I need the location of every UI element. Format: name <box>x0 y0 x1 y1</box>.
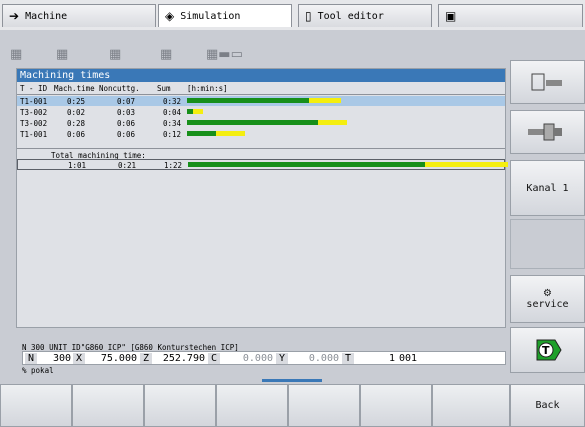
value-c: 0.000 <box>242 353 273 364</box>
tab-bar: ➔ Machine ◈ Simulation ▯ Tool editor ▣ <box>0 0 585 30</box>
row-sum: 0:32 <box>162 97 181 106</box>
value-t: 1 <box>388 353 395 364</box>
wrench-icon: ⚙ <box>543 288 552 299</box>
row-mach-time: 0:02 <box>66 108 85 117</box>
table-row[interactable]: T1-001 0:25 0:07 0:32 <box>17 96 505 106</box>
softkey-bottom-4[interactable] <box>216 384 288 427</box>
grid-view-icon[interactable]: ▦ <box>56 47 68 62</box>
value-t-id: 001 <box>399 353 418 364</box>
row-tool-id: T3-002 <box>20 108 48 117</box>
tab-tool-editor-label: Tool editor <box>317 10 384 22</box>
total-mach: 1:01 <box>67 161 86 170</box>
view-toolbar: ▦ ▦ ▦ ▦ ▦▬▭ <box>10 47 500 63</box>
back-button[interactable]: Back <box>510 384 585 427</box>
row-bar-cutting <box>187 98 309 103</box>
header-sum: Sum <box>157 84 171 93</box>
row-bar-noncutting <box>193 109 203 114</box>
value-z: 252.790 <box>162 353 205 364</box>
position-display: N 300 X 75.000 Z 252.790 C 0.000 Y 0.000… <box>22 351 506 365</box>
row-noncut-time: 0:07 <box>116 97 135 106</box>
softkey-bottom-2[interactable] <box>72 384 144 427</box>
table-row[interactable]: T3-002 0:02 0:03 0:04 <box>17 107 505 117</box>
header-tid: T - ID <box>20 84 48 93</box>
softkey-kanal[interactable]: Kanal 1 <box>510 160 585 216</box>
row-mach-time: 0:25 <box>66 97 85 106</box>
label-t: T <box>342 353 354 364</box>
kanal-label: Kanal 1 <box>526 182 569 194</box>
row-tool-id: T1-001 <box>20 97 48 106</box>
softkey-tool-view[interactable] <box>510 110 585 154</box>
program-comment: % pokal <box>22 366 54 375</box>
total-row[interactable]: 1:01 0:21 1:22 <box>17 159 508 170</box>
row-sum: 0:04 <box>162 108 181 117</box>
tab-save[interactable]: ▣ <box>438 4 583 27</box>
label-x: X <box>73 353 85 364</box>
label-z: Z <box>140 353 152 364</box>
row-bar-cutting <box>187 131 216 136</box>
row-sum: 0:12 <box>162 130 181 139</box>
lathe-view-icon <box>531 73 562 91</box>
row-mach-time: 0:28 <box>66 119 85 128</box>
label-y: Y <box>276 353 288 364</box>
softkey-tool-table[interactable]: T <box>510 327 585 373</box>
arrow-right-icon: ➔ <box>9 9 20 23</box>
total-bar-cutting <box>188 162 425 167</box>
softkey-bottom-7[interactable] <box>432 384 510 427</box>
row-noncut-time: 0:03 <box>116 108 135 117</box>
tab-tool-editor[interactable]: ▯ Tool editor <box>298 4 432 27</box>
row-noncut-time: 0:06 <box>116 130 135 139</box>
softkey-service[interactable]: ⚙ service <box>510 275 585 323</box>
tab-machine-label: Machine <box>25 10 68 22</box>
grid-view-icon[interactable]: ▦ <box>160 47 172 62</box>
tab-simulation[interactable]: ◈ Simulation <box>158 4 292 27</box>
total-sum: 1:22 <box>163 161 182 170</box>
total-bar-noncutting <box>424 162 508 167</box>
tool-table-icon: T <box>536 339 562 361</box>
panel-title: Machining times <box>17 69 505 82</box>
softkey-empty[interactable] <box>510 219 585 269</box>
tab-simulation-label: Simulation <box>180 10 241 22</box>
row-noncut-time: 0:06 <box>116 119 135 128</box>
row-mach-time: 0:06 <box>66 130 85 139</box>
table-row[interactable]: T3-002 0:28 0:06 0:34 <box>17 118 505 128</box>
header-mach: Mach.time <box>54 84 95 93</box>
value-x: 75.000 <box>100 353 137 364</box>
row-bar-noncutting <box>215 131 245 136</box>
row-bar-noncutting <box>318 120 347 125</box>
save-icon: ▣ <box>445 9 457 23</box>
label-n: N <box>25 353 37 364</box>
label-c: C <box>208 353 220 364</box>
row-bar-cutting <box>187 120 319 125</box>
value-y: 0.000 <box>308 353 339 364</box>
back-label: Back <box>535 400 560 411</box>
svg-text:T: T <box>542 344 550 357</box>
value-n: 300 <box>52 353 71 364</box>
header-unit: [h:min:s] <box>187 84 228 93</box>
total-noncut: 0:21 <box>117 161 136 170</box>
softkey-bottom-6[interactable] <box>360 384 432 427</box>
grid-view-icon[interactable]: ▦ <box>10 47 22 62</box>
row-tool-id: T3-002 <box>20 119 48 128</box>
tab-machine[interactable]: ➔ Machine <box>2 4 156 27</box>
table-row[interactable]: T1-001 0:06 0:06 0:12 <box>17 129 505 139</box>
row-bar-noncutting <box>308 98 341 103</box>
row-tool-id: T1-001 <box>20 130 48 139</box>
diamond-arrow-icon: ◈ <box>165 9 175 23</box>
row-sum: 0:34 <box>162 119 181 128</box>
divider <box>17 94 505 95</box>
softkey-bottom-5[interactable] <box>288 384 360 427</box>
divider <box>17 148 505 149</box>
softkey-bottom-1[interactable] <box>0 384 72 427</box>
service-label: service <box>526 299 569 310</box>
header-noncut: Noncuttg. <box>99 84 140 93</box>
softkey-bottom-3[interactable] <box>144 384 216 427</box>
tool-holder-icon <box>527 123 562 141</box>
grid-view-icon[interactable]: ▦▬▭ <box>206 47 243 62</box>
grid-view-icon[interactable]: ▦ <box>109 47 121 62</box>
machining-times-panel: Machining times T - ID Mach.time Noncutt… <box>16 68 508 328</box>
progress-indicator <box>262 379 322 382</box>
softkey-view-lathe[interactable] <box>510 60 585 104</box>
door-icon: ▯ <box>305 9 312 23</box>
